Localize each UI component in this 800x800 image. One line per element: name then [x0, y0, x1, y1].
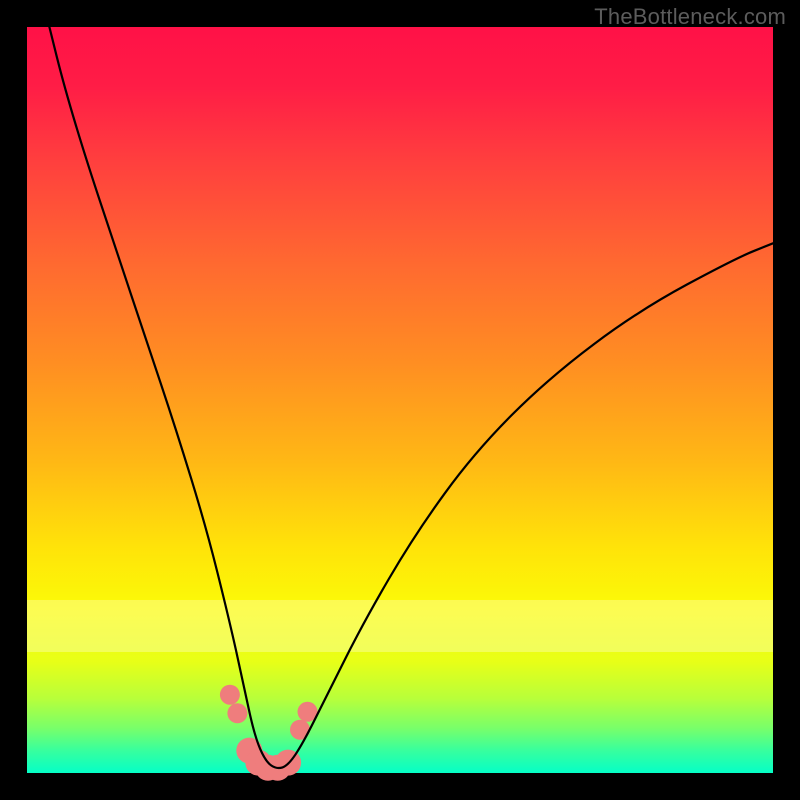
- watermark-text: TheBottleneck.com: [594, 4, 786, 30]
- highlight-marker: [220, 685, 240, 705]
- marker-group: [220, 685, 318, 781]
- chart-svg: [27, 27, 773, 773]
- plot-area: [27, 27, 773, 773]
- highlight-marker: [227, 703, 247, 723]
- chart-frame: TheBottleneck.com: [0, 0, 800, 800]
- bottleneck-curve: [49, 27, 773, 768]
